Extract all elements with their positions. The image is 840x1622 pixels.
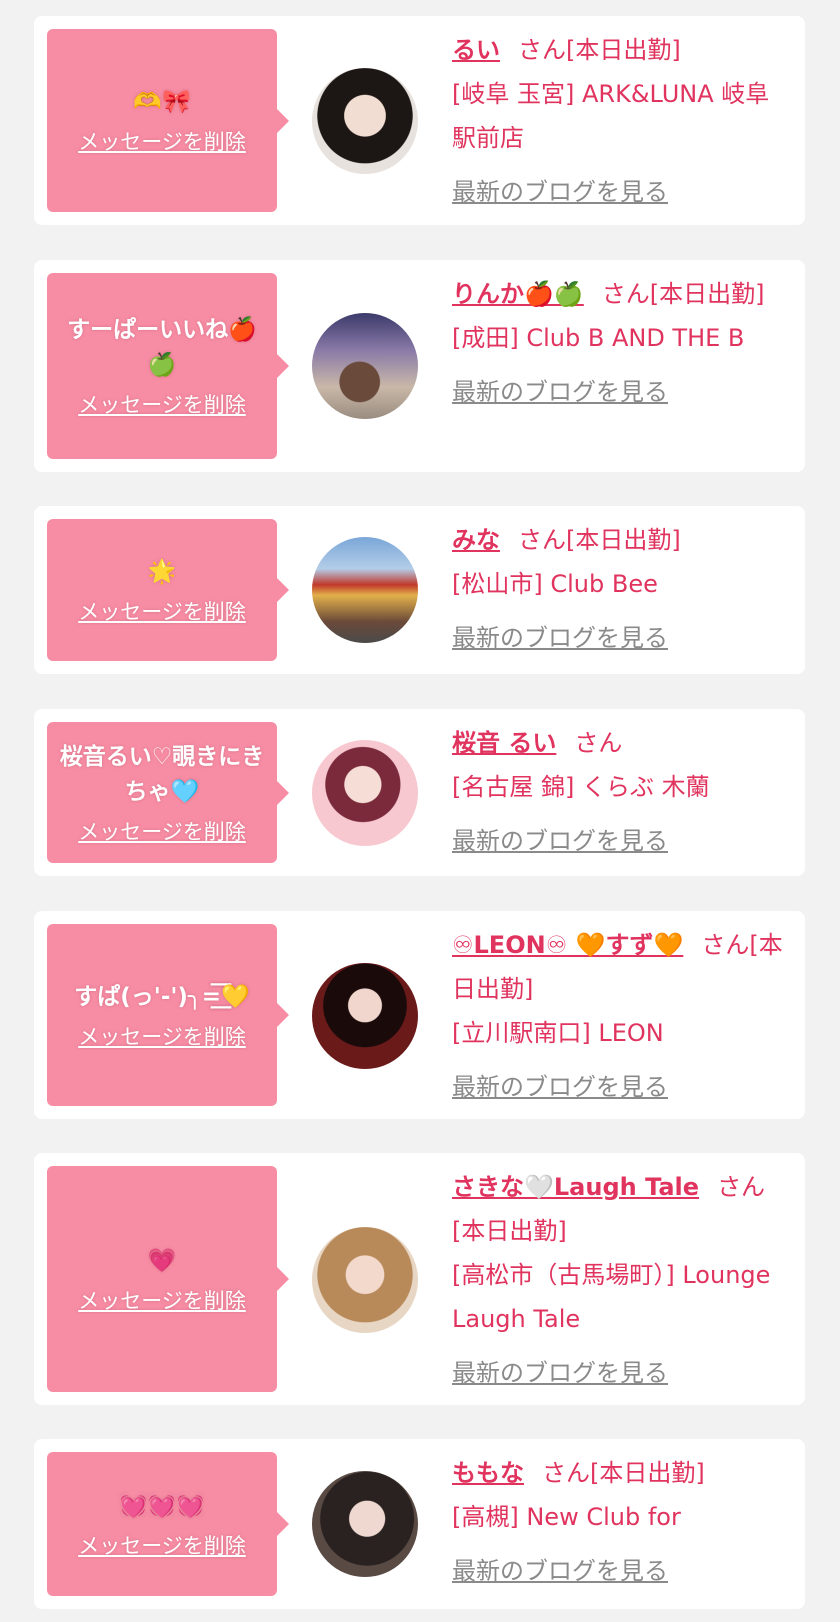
cast-info: りんか🍎🍏 さん[本日出勤] [成田] Club B AND THE B 最新のブ… [452,272,785,414]
cast-status: さん[本日出勤] [518,526,681,554]
cast-status: さん[本日出勤] [518,36,681,64]
shop-text: [成田] Club B AND THE B [452,324,745,352]
shop-text: [松山市] Club Bee [452,570,658,598]
message-card: 桜音るい♡覗きにきちゃ🩵 メッセージを削除 桜音 るい さん [名古屋 錦] くら… [34,709,805,876]
delete-message-link[interactable]: メッセージを削除 [78,1021,246,1051]
message-bubble: 🫶🎀 メッセージを削除 [47,29,289,212]
message-bubble: 💗 メッセージを削除 [47,1166,289,1392]
latest-blog-link[interactable]: 最新のブログを見る [452,1351,668,1395]
message-card: すーぱーいいね🍎🍏 メッセージを削除 りんか🍎🍏 さん[本日出勤] [成田] Cl… [34,260,805,472]
avatar[interactable] [312,963,418,1069]
message-text: 桜音るい♡覗きにきちゃ🩵 [59,743,265,805]
shop-text: [名古屋 錦] くらぶ 木蘭 [452,773,710,801]
message-bubble: 桜音るい♡覗きにきちゃ🩵 メッセージを削除 [47,722,289,863]
latest-blog-link[interactable]: 最新のブログを見る [452,370,668,414]
message-bubble: 💓💓💓 メッセージを削除 [47,1452,289,1596]
cast-name-link[interactable]: るい [452,36,500,64]
message-card: すぱ(っ'-')╮=͟͟͞͞💛 メッセージを削除 ♾LEON♾ 🧡すず🧡 さん[本… [34,911,805,1119]
message-bubble: すぱ(っ'-')╮=͟͟͞͞💛 メッセージを削除 [47,924,289,1106]
delete-message-link[interactable]: メッセージを削除 [78,389,246,419]
cast-name-link[interactable]: 桜音 るい [452,729,556,757]
latest-blog-link[interactable]: 最新のブログを見る [452,1549,668,1593]
cast-name-link[interactable]: ♾LEON♾ 🧡すず🧡 [452,931,683,959]
avatar[interactable] [312,537,418,643]
avatar[interactable] [312,68,418,174]
shop-text: [岐阜 玉宮] ARK&LUNA 岐阜駅前店 [452,80,770,152]
cast-info: ♾LEON♾ 🧡すず🧡 さん[本日出勤] [立川駅南口] LEON 最新のブログを… [452,923,785,1109]
avatar[interactable] [312,1471,418,1577]
avatar[interactable] [312,313,418,419]
message-bubble: 🌟 メッセージを削除 [47,519,289,661]
shop-text: [立川駅南口] LEON [452,1019,664,1047]
delete-message-link[interactable]: メッセージを削除 [78,816,246,846]
cast-info: 桜音 るい さん [名古屋 錦] くらぶ 木蘭 最新のブログを見る [452,721,785,863]
cast-name-link[interactable]: さきな🤍Laugh Tale [452,1173,699,1201]
latest-blog-link[interactable]: 最新のブログを見る [452,819,668,863]
cast-status: さん [574,729,623,757]
cast-status: さん[本日出勤] [601,280,765,308]
cast-info: みな さん[本日出勤] [松山市] Club Bee 最新のブログを見る [452,518,785,660]
cast-name-link[interactable]: りんか🍎🍏 [452,280,584,308]
message-bubble: すーぱーいいね🍎🍏 メッセージを削除 [47,273,289,459]
latest-blog-link[interactable]: 最新のブログを見る [452,616,668,660]
message-card: 💓💓💓 メッセージを削除 ももな さん[本日出勤] [高槻] New Club f… [34,1439,805,1609]
delete-message-link[interactable]: メッセージを削除 [78,1530,246,1560]
avatar[interactable] [312,740,418,846]
message-text: 🌟 [147,558,177,585]
message-card: 🌟 メッセージを削除 みな さん[本日出勤] [松山市] Club Bee 最新の… [34,506,805,674]
cast-info: さきな🤍Laugh Tale さん[本日出勤] [高松市（古馬場町）] Loung… [452,1165,785,1395]
cast-info: るい さん[本日出勤] [岐阜 玉宮] ARK&LUNA 岐阜駅前店 最新のブログ… [452,28,785,214]
message-text: すーぱーいいね🍎🍏 [67,317,257,378]
message-text: 💗 [147,1247,177,1274]
cast-name-link[interactable]: ももな [452,1459,524,1487]
delete-message-link[interactable]: メッセージを削除 [78,126,246,156]
delete-message-link[interactable]: メッセージを削除 [78,1285,246,1315]
message-text: 🫶🎀 [133,89,191,115]
message-text: すぱ(っ'-')╮=͟͟͞͞💛 [74,983,250,1010]
delete-message-link[interactable]: メッセージを削除 [78,596,246,626]
cast-name-link[interactable]: みな [452,526,500,554]
cast-info: ももな さん[本日出勤] [高槻] New Club for 最新のブログを見る [452,1451,785,1593]
latest-blog-link[interactable]: 最新のブログを見る [452,170,668,214]
cast-status: さん[本日出勤] [542,1459,705,1487]
message-card: 🫶🎀 メッセージを削除 るい さん[本日出勤] [岐阜 玉宮] ARK&LUNA … [34,16,805,225]
shop-text: [高松市（古馬場町）] Lounge Laugh Tale [452,1261,771,1333]
message-text: 💓💓💓 [119,1492,205,1519]
message-card: 💗 メッセージを削除 さきな🤍Laugh Tale さん[本日出勤] [高松市（古… [34,1153,805,1405]
shop-text: [高槻] New Club for [452,1503,681,1531]
latest-blog-link[interactable]: 最新のブログを見る [452,1065,668,1109]
avatar[interactable] [312,1227,418,1333]
